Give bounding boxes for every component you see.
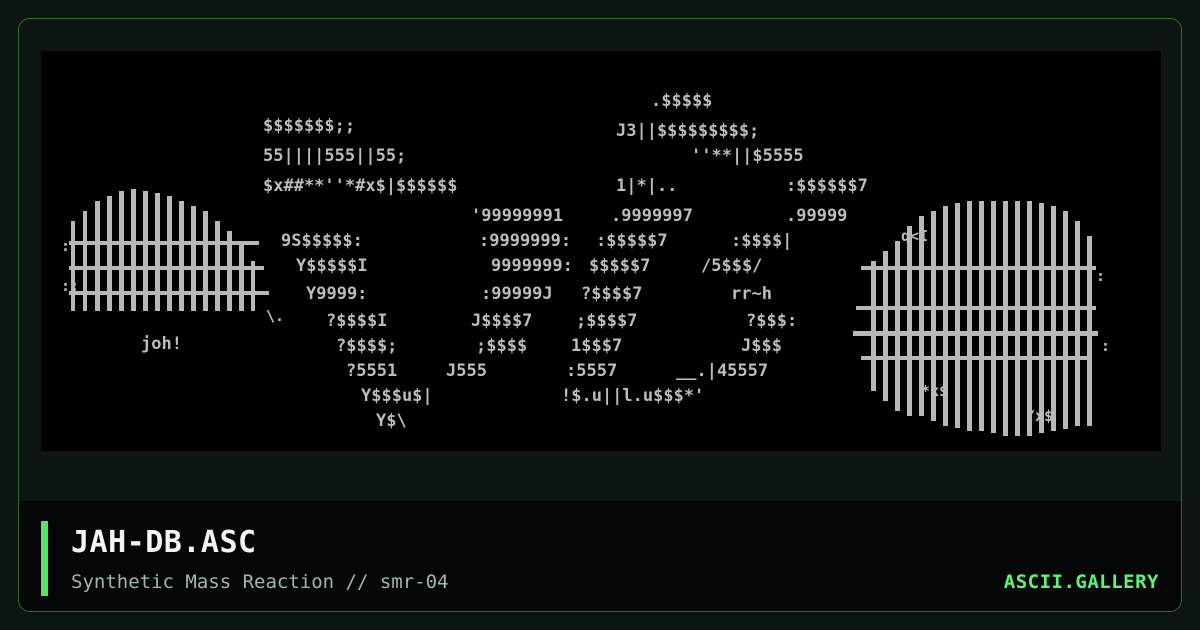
svg-text::$$$$$7: :$$$$$7 [596,231,668,251]
svg-text:1|*|..: 1|*|.. [616,176,677,196]
svg-text::9999999:: :9999999: [479,231,571,251]
svg-text:__.|45557: __.|45557 [676,361,768,381]
card-frame: $$$$$$$;; 55||||555||55; $x##**''*#x$|$$… [18,18,1182,612]
svg-text:?$$$$I: ?$$$$I [326,311,387,331]
svg-text:J$$$: J$$$ [741,336,782,356]
svg-text:?$$$$7: ?$$$$7 [581,284,642,304]
svg-text:1$$$7: 1$$$7 [571,336,622,356]
svg-text:?$$$$;: ?$$$$; [336,336,397,356]
svg-text:9999999:: 9999999: [491,256,573,276]
svg-text:J$$$$7: J$$$$7 [471,311,532,331]
svg-text:$x##**''*#x$|$$$$$$: $x##**''*#x$|$$$$$$ [263,176,457,196]
svg-text::5557: :5557 [566,361,617,381]
svg-text:*x$: *x$ [921,382,948,400]
left-bar-block [69,189,269,311]
svg-text:?5551: ?5551 [346,361,397,381]
svg-text:9S$$$$$:: 9S$$$$$: [281,231,363,251]
svg-text:.$$$$$: .$$$$$ [651,91,712,111]
svg-text:.9999997: .9999997 [611,206,693,226]
svg-text:Y$$$$$I: Y$$$$$I [296,256,368,276]
svg-text::99999J: :99999J [481,284,553,304]
svg-text:$$$$$7: $$$$$7 [589,256,650,276]
svg-text:;$$$$7: ;$$$$7 [576,311,637,331]
svg-text:/x$: /x$ [1026,407,1053,425]
svg-text::: : [1096,267,1105,285]
caption-bar: JAH-DB.ASC Synthetic Mass Reaction // sm… [19,501,1181,611]
ascii-art-image: $$$$$$$;; 55||||555||55; $x##**''*#x$|$$… [61,91,1110,436]
ascii-signature: joh! [141,334,182,354]
svg-text:Y$\: Y$\ [376,411,407,431]
svg-text::$$$$|: :$$$$| [731,231,792,251]
svg-text:!$.u||l.u$$$*': !$.u||l.u$$$*' [561,386,704,406]
svg-text:rr~h: rr~h [731,284,772,304]
svg-text:\.: \. [266,307,284,325]
svg-text::$$$$$$7: :$$$$$$7 [786,176,868,196]
ascii-letter-d: $$$$$$$;; 55||||555||55; $x##**''*#x$|$$… [263,116,573,431]
accent-bar [41,521,48,596]
svg-text:;$$$$: ;$$$$ [476,336,527,356]
svg-text:Y9999:: Y9999: [306,284,367,304]
svg-text:/5$$$/: /5$$$/ [701,256,762,276]
ascii-art-canvas: $$$$$$$;; 55||||555||55; $x##**''*#x$|$$… [41,51,1161,451]
svg-text:.99999: .99999 [786,206,847,226]
svg-text:q<I: q<I [901,227,928,245]
artwork-title: JAH-DB.ASC [71,525,257,560]
svg-text:J555: J555 [446,361,487,381]
svg-text:?$$$:: ?$$$: [746,311,797,331]
svg-text::: : [61,237,70,255]
svg-text:55||||555||55;: 55||||555||55; [263,146,406,166]
svg-text:J3||$$$$$$$$$;: J3||$$$$$$$$$; [616,121,759,141]
svg-text:''**||$5555: ''**||$5555 [691,146,804,166]
svg-text:Y$$$u$|: Y$$$u$| [361,386,433,406]
svg-text:'99999991: '99999991 [471,206,563,226]
right-bar-block [853,201,1098,436]
svg-text:$$$$$$$;;: $$$$$$$;; [263,116,355,136]
artwork-subtitle: Synthetic Mass Reaction // smr-04 [71,571,449,593]
svg-text:::: :: [61,277,79,295]
svg-text::: : [1101,337,1110,355]
ascii-letter-b: .$$$$$ J3||$$$$$$$$$; ''**||$5555 1|*|..… [561,91,868,406]
brand-link[interactable]: ASCII.GALLERY [1004,571,1159,593]
